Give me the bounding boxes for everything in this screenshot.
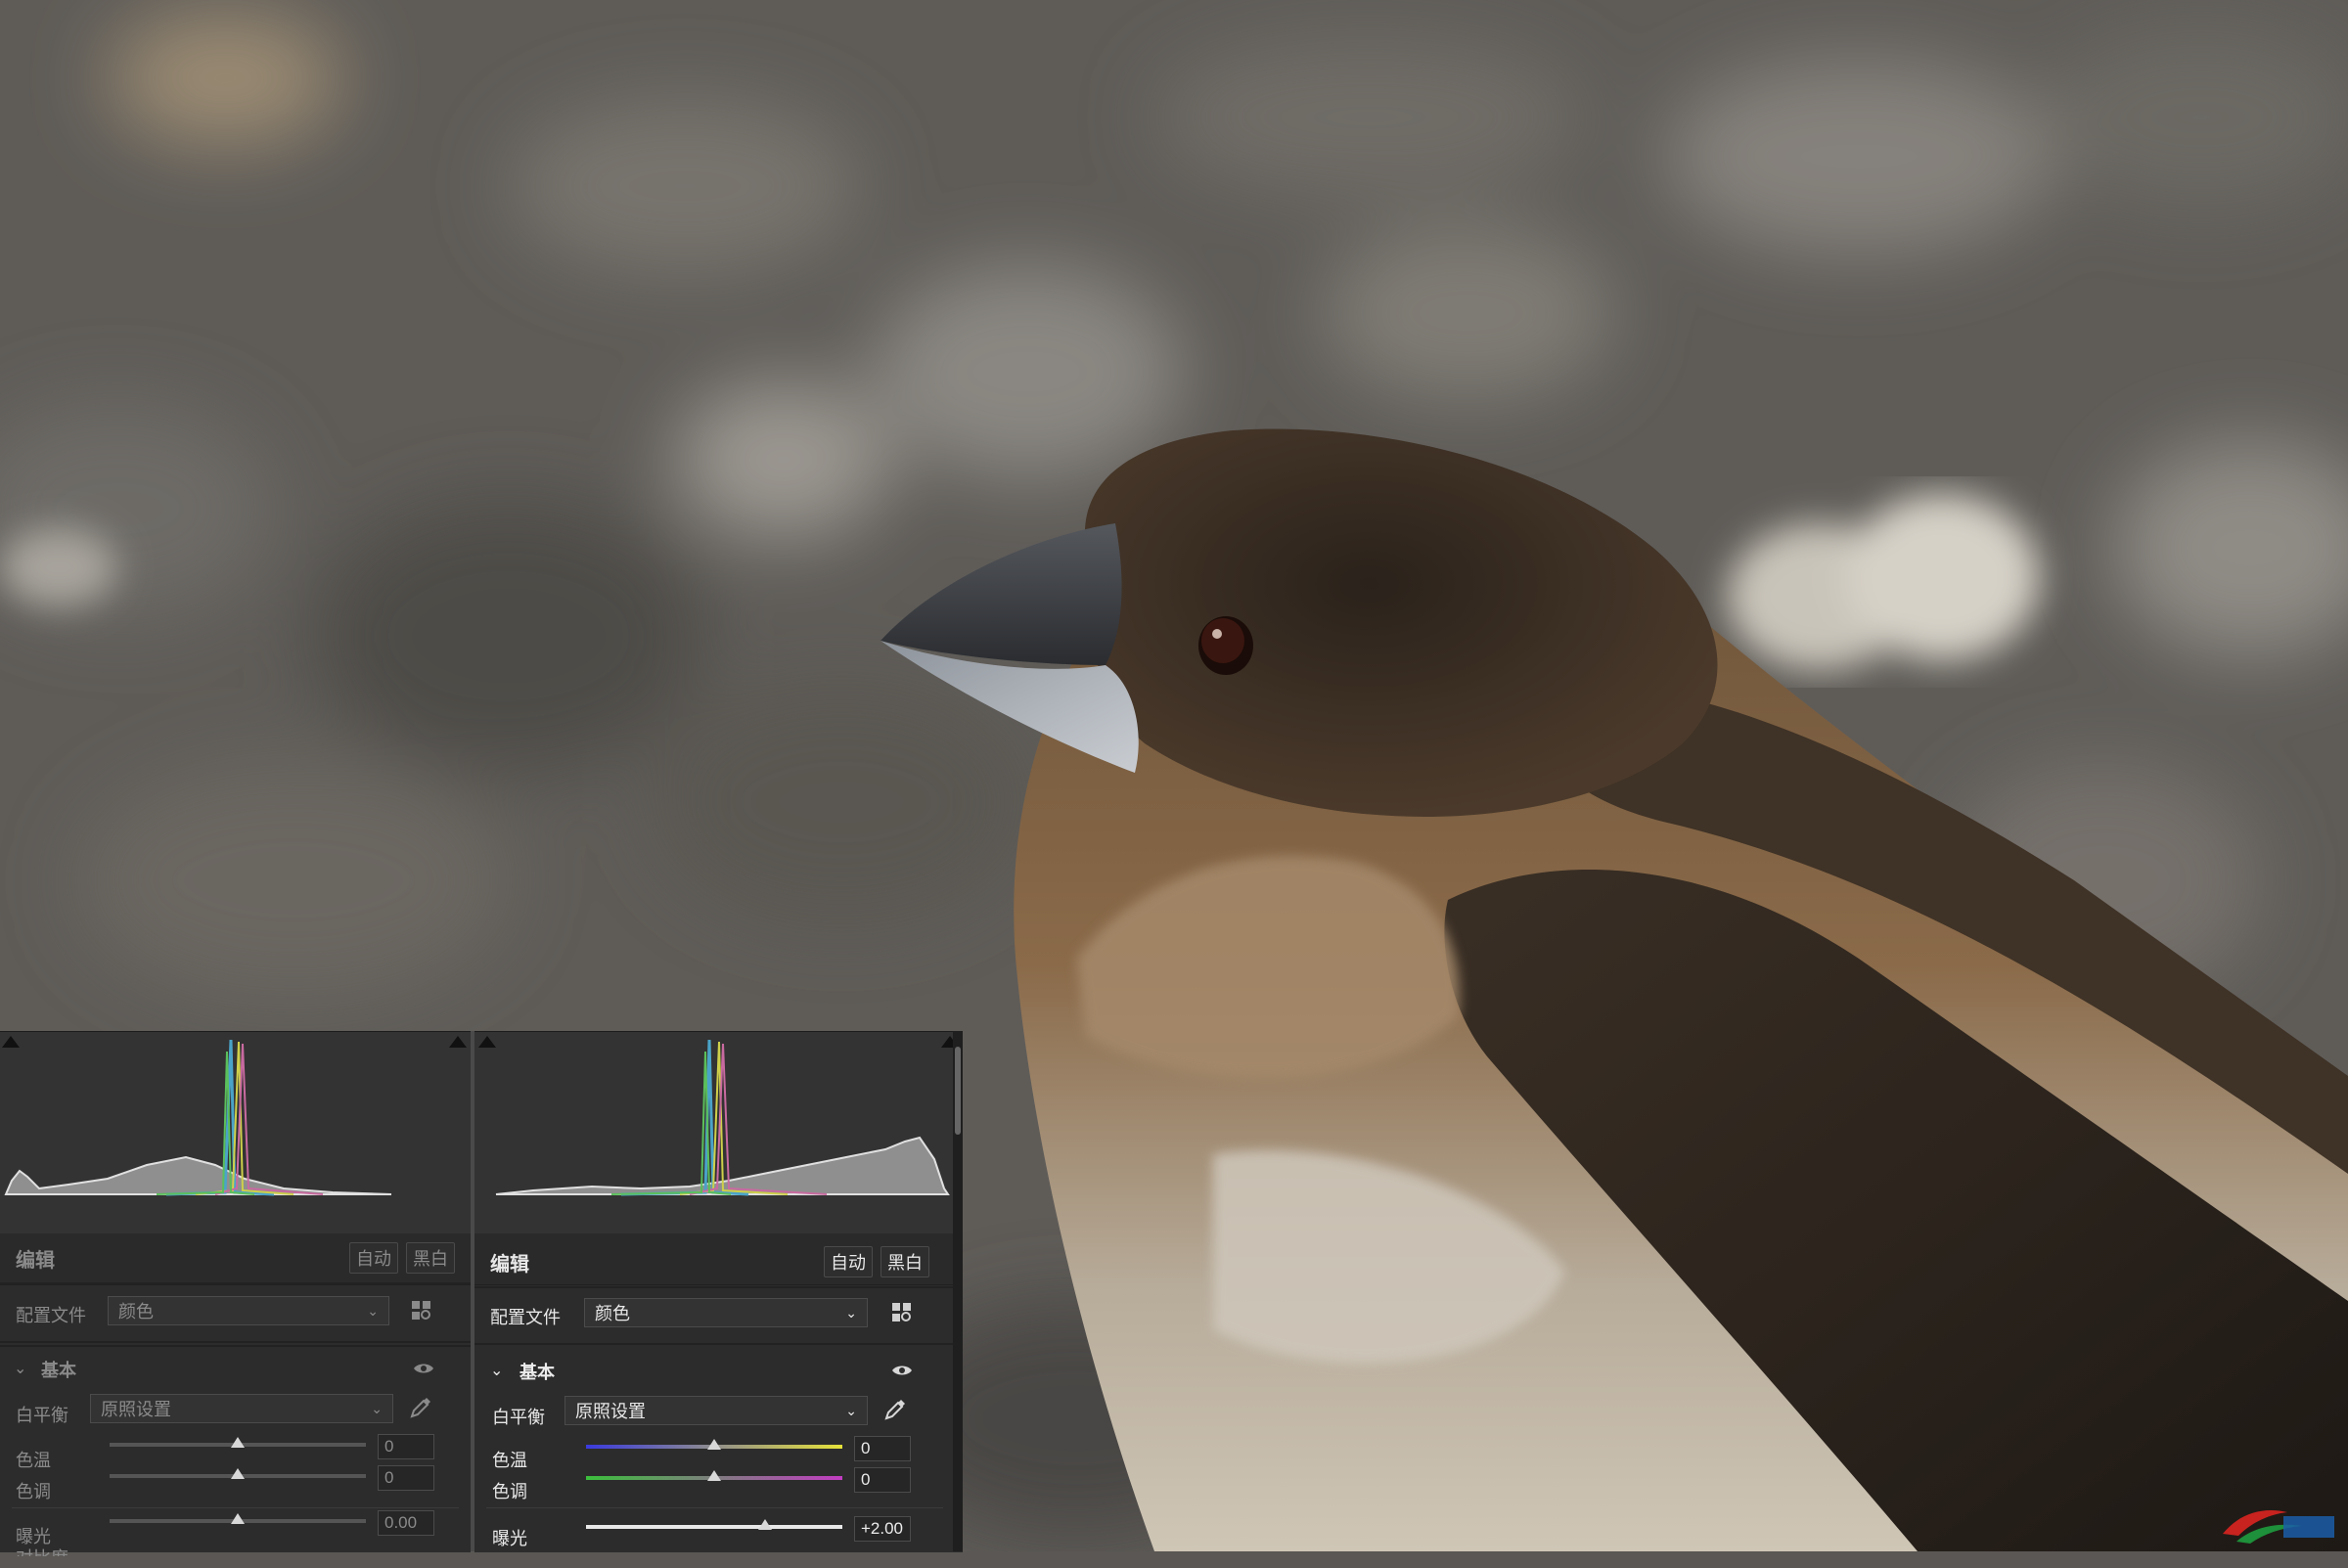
tint-value[interactable]: 0 — [854, 1467, 911, 1493]
temperature-label: 色温 — [16, 1451, 51, 1470]
white-balance-label: 白平衡 — [492, 1408, 545, 1427]
edit-panel-adjusted: 编辑 自动 黑白 配置文件 颜色 ⌄ ⌄ 基本 白平衡 原照设置 ⌄ 色温 0 … — [474, 1031, 963, 1552]
auto-button[interactable]: 自动 — [349, 1242, 398, 1274]
tint-value[interactable]: 0 — [378, 1465, 434, 1491]
temperature-value[interactable]: 0 — [854, 1436, 911, 1461]
exposure-value[interactable]: +2.00 — [854, 1516, 911, 1542]
tint-slider-thumb[interactable] — [231, 1468, 245, 1479]
white-balance-value: 原照设置 — [575, 1402, 646, 1421]
white-balance-select[interactable]: 原照设置 ⌄ — [564, 1396, 868, 1425]
shadow-clip-warning-icon[interactable] — [2, 1036, 20, 1048]
temperature-slider[interactable] — [586, 1439, 842, 1450]
collapse-basic-chevron-down-icon[interactable]: ⌄ — [490, 1361, 503, 1380]
eye-icon[interactable] — [891, 1363, 913, 1378]
temperature-value[interactable]: 0 — [378, 1434, 434, 1459]
histogram — [0, 1032, 471, 1234]
temperature-slider-thumb[interactable] — [231, 1437, 245, 1448]
tint-label: 色调 — [492, 1482, 527, 1501]
tint-label: 色调 — [16, 1482, 51, 1501]
exposure-label: 曝光 — [492, 1529, 527, 1548]
black-white-button[interactable]: 黑白 — [880, 1246, 929, 1277]
eyedropper-icon[interactable] — [409, 1396, 432, 1419]
black-white-button[interactable]: 黑白 — [406, 1242, 455, 1274]
basic-section-title: 基本 — [41, 1361, 76, 1380]
tint-slider-thumb[interactable] — [707, 1470, 721, 1481]
edit-header: 编辑 自动 黑白 — [474, 1237, 963, 1286]
collapse-basic-chevron-down-icon[interactable]: ⌄ — [14, 1359, 26, 1378]
profile-value: 颜色 — [595, 1304, 630, 1323]
temperature-slider-thumb[interactable] — [707, 1439, 721, 1450]
eyedropper-icon[interactable] — [883, 1398, 907, 1421]
white-balance-value: 原照设置 — [101, 1400, 171, 1419]
profile-value: 颜色 — [118, 1302, 154, 1322]
profile-label: 配置文件 — [16, 1306, 86, 1325]
white-balance-select[interactable]: 原照设置 ⌄ — [90, 1394, 393, 1423]
exposure-slider-thumb[interactable] — [758, 1519, 773, 1530]
chevron-down-icon: ⌄ — [845, 1305, 857, 1321]
shadow-clip-warning-icon[interactable] — [478, 1036, 496, 1048]
temperature-label: 色温 — [492, 1451, 527, 1470]
profile-select[interactable]: 颜色 ⌄ — [584, 1298, 868, 1327]
tint-slider[interactable] — [586, 1470, 842, 1481]
site-watermark-logo — [2223, 1510, 2334, 1544]
exposure-slider[interactable] — [110, 1513, 366, 1524]
grid-search-icon[interactable] — [891, 1302, 913, 1323]
grid-search-icon[interactable] — [411, 1300, 432, 1322]
tint-slider[interactable] — [110, 1468, 366, 1479]
histogram — [474, 1032, 963, 1234]
chevron-down-icon: ⌄ — [367, 1303, 379, 1319]
contrast-label: 对比度 — [16, 1548, 68, 1568]
profile-label: 配置文件 — [490, 1308, 561, 1327]
auto-button[interactable]: 自动 — [824, 1246, 873, 1277]
edit-header: 编辑 自动 黑白 — [0, 1233, 471, 1282]
chevron-down-icon: ⌄ — [845, 1403, 857, 1418]
exposure-value[interactable]: 0.00 — [378, 1510, 434, 1536]
highlight-clip-warning-icon[interactable] — [449, 1036, 467, 1048]
exposure-slider-thumb[interactable] — [231, 1513, 245, 1524]
chevron-down-icon: ⌄ — [371, 1401, 383, 1416]
panel-scrollbar-thumb[interactable] — [955, 1047, 961, 1135]
exposure-slider[interactable] — [586, 1519, 842, 1530]
edit-panel-original: 编辑 自动 黑白 配置文件 颜色 ⌄ ⌄ 基本 白平衡 原照设置 ⌄ 色温 0 … — [0, 1031, 471, 1556]
basic-section-title: 基本 — [519, 1363, 555, 1382]
panel-scrollbar[interactable] — [953, 1031, 963, 1551]
edit-title: 编辑 — [16, 1249, 55, 1272]
temperature-slider[interactable] — [110, 1437, 366, 1448]
white-balance-label: 白平衡 — [16, 1406, 68, 1425]
eye-icon[interactable] — [413, 1361, 434, 1376]
edit-title: 编辑 — [490, 1253, 529, 1276]
profile-select[interactable]: 颜色 ⌄ — [108, 1296, 389, 1325]
